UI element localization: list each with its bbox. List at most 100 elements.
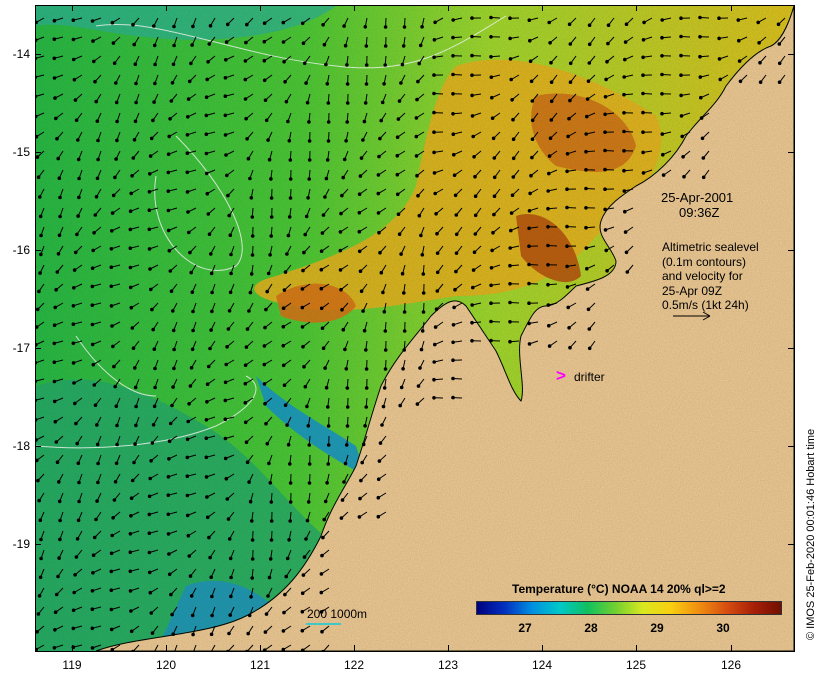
y-tick-mark [35, 544, 41, 545]
velocity-arrow-head [565, 224, 569, 229]
velocity-arrow-head [71, 18, 76, 22]
velocity-arrow-head [471, 134, 476, 139]
velocity-arrow-head [224, 58, 228, 62]
velocity-arrow-head [91, 248, 96, 253]
velocity-arrow-head [345, 82, 350, 86]
velocity-arrow-head [95, 423, 99, 427]
velocity-arrow-head [395, 135, 400, 139]
velocity-arrow-head [585, 114, 589, 119]
velocity-arrow-head [679, 73, 683, 77]
velocity-arrow-head [471, 285, 475, 290]
depth-scale-label: 200 1000m [307, 607, 368, 621]
velocity-arrow-head [603, 95, 608, 99]
velocity-arrow-head [622, 75, 627, 79]
velocity-arrow-head [243, 420, 248, 425]
x-tick-label: 120 [155, 658, 177, 672]
velocity-arrow-head [185, 133, 190, 137]
velocity-arrow-head [307, 462, 312, 466]
velocity-arrow-head [265, 289, 269, 294]
velocity-arrow-head [147, 570, 152, 575]
velocity-arrow-head [379, 270, 384, 275]
velocity-arrow-head [454, 213, 459, 217]
velocity-arrow-head [585, 97, 590, 101]
velocity-arrow-head [603, 112, 607, 117]
velocity-arrow-head [147, 494, 152, 499]
velocity-arrow-head [38, 271, 42, 275]
velocity-arrow-head [399, 385, 404, 390]
velocity-arrow-head [171, 328, 176, 333]
velocity-arrow-head [71, 304, 76, 308]
y-tick-mark [788, 250, 794, 251]
y-tick-mark [35, 54, 41, 55]
velocity-arrow-head [342, 24, 346, 28]
velocity-arrow-head [77, 176, 81, 181]
velocity-arrow-head [433, 191, 438, 196]
sst-map[interactable] [35, 5, 795, 652]
velocity-arrow-head [470, 339, 474, 343]
velocity-arrow-head [96, 480, 100, 485]
velocity-arrow-head [364, 63, 369, 67]
velocity-arrow-head [264, 421, 268, 426]
velocity-arrow-head [287, 139, 292, 143]
velocity-arrow-head [361, 309, 365, 313]
velocity-arrow-head [451, 132, 456, 136]
velocity-arrow-head [166, 208, 171, 213]
velocity-arrow-head [341, 175, 346, 180]
velocity-arrow-head [357, 249, 362, 254]
velocity-arrow-head [339, 287, 343, 292]
drifter-marker-icon[interactable]: > [556, 366, 566, 386]
velocity-arrow-head [359, 289, 364, 294]
velocity-arrow-head [416, 384, 421, 388]
velocity-arrow-head [472, 250, 477, 254]
velocity-arrow-head [128, 209, 133, 213]
velocity-arrow-head [225, 345, 229, 349]
velocity-arrow-head [604, 248, 609, 253]
velocity-arrow-head [224, 362, 228, 367]
velocity-arrow-head [321, 23, 325, 27]
colorbar-tick: 28 [584, 621, 598, 635]
velocity-arrow-head [326, 120, 331, 124]
velocity-arrow-head [128, 589, 133, 593]
velocity-arrow-head [170, 403, 174, 408]
velocity-arrow-head [281, 647, 286, 651]
velocity-arrow-head [262, 362, 267, 367]
velocity-arrow-head [471, 268, 476, 272]
velocity-arrow-head [189, 270, 193, 275]
velocity-arrow-head [383, 63, 388, 67]
velocity-arrow-head [698, 15, 702, 20]
velocity-arrow-head [149, 459, 153, 463]
velocity-arrow-head [453, 287, 457, 292]
velocity-arrow-head [109, 588, 114, 593]
velocity-arrow-head [172, 347, 176, 352]
velocity-arrow-head [319, 249, 324, 253]
velocity-arrow-head [210, 613, 214, 618]
velocity-arrow-head [204, 455, 209, 460]
velocity-arrow-head [111, 41, 116, 45]
velocity-arrow-head [383, 367, 388, 371]
velocity-arrow-head [301, 573, 306, 577]
velocity-arrow-head [92, 231, 96, 235]
velocity-arrow-head [717, 57, 722, 61]
velocity-arrow-head [360, 460, 365, 465]
velocity-arrow-head [470, 73, 474, 77]
velocity-arrow-head [167, 457, 171, 461]
velocity-arrow-head [55, 136, 59, 141]
velocity-arrow-head [547, 323, 551, 328]
velocity-arrow-head [345, 120, 350, 124]
velocity-arrow-head [284, 99, 289, 104]
velocity-arrow-head [152, 43, 157, 48]
velocity-arrow-head [58, 518, 62, 523]
velocity-arrow-head [282, 383, 287, 388]
velocity-arrow-head [191, 309, 195, 314]
velocity-arrow-head [169, 592, 173, 597]
velocity-arrow-head [72, 77, 77, 82]
velocity-arrow-head [71, 608, 76, 613]
velocity-arrow-head [133, 385, 138, 390]
velocity-arrow-head [93, 403, 98, 408]
velocity-arrow-head [36, 379, 38, 383]
velocity-arrow-head [269, 215, 274, 219]
velocity-arrow-head [186, 210, 190, 214]
velocity-arrow-head [699, 116, 704, 120]
velocity-arrow-head [547, 20, 552, 25]
velocity-arrow-head [265, 441, 270, 446]
